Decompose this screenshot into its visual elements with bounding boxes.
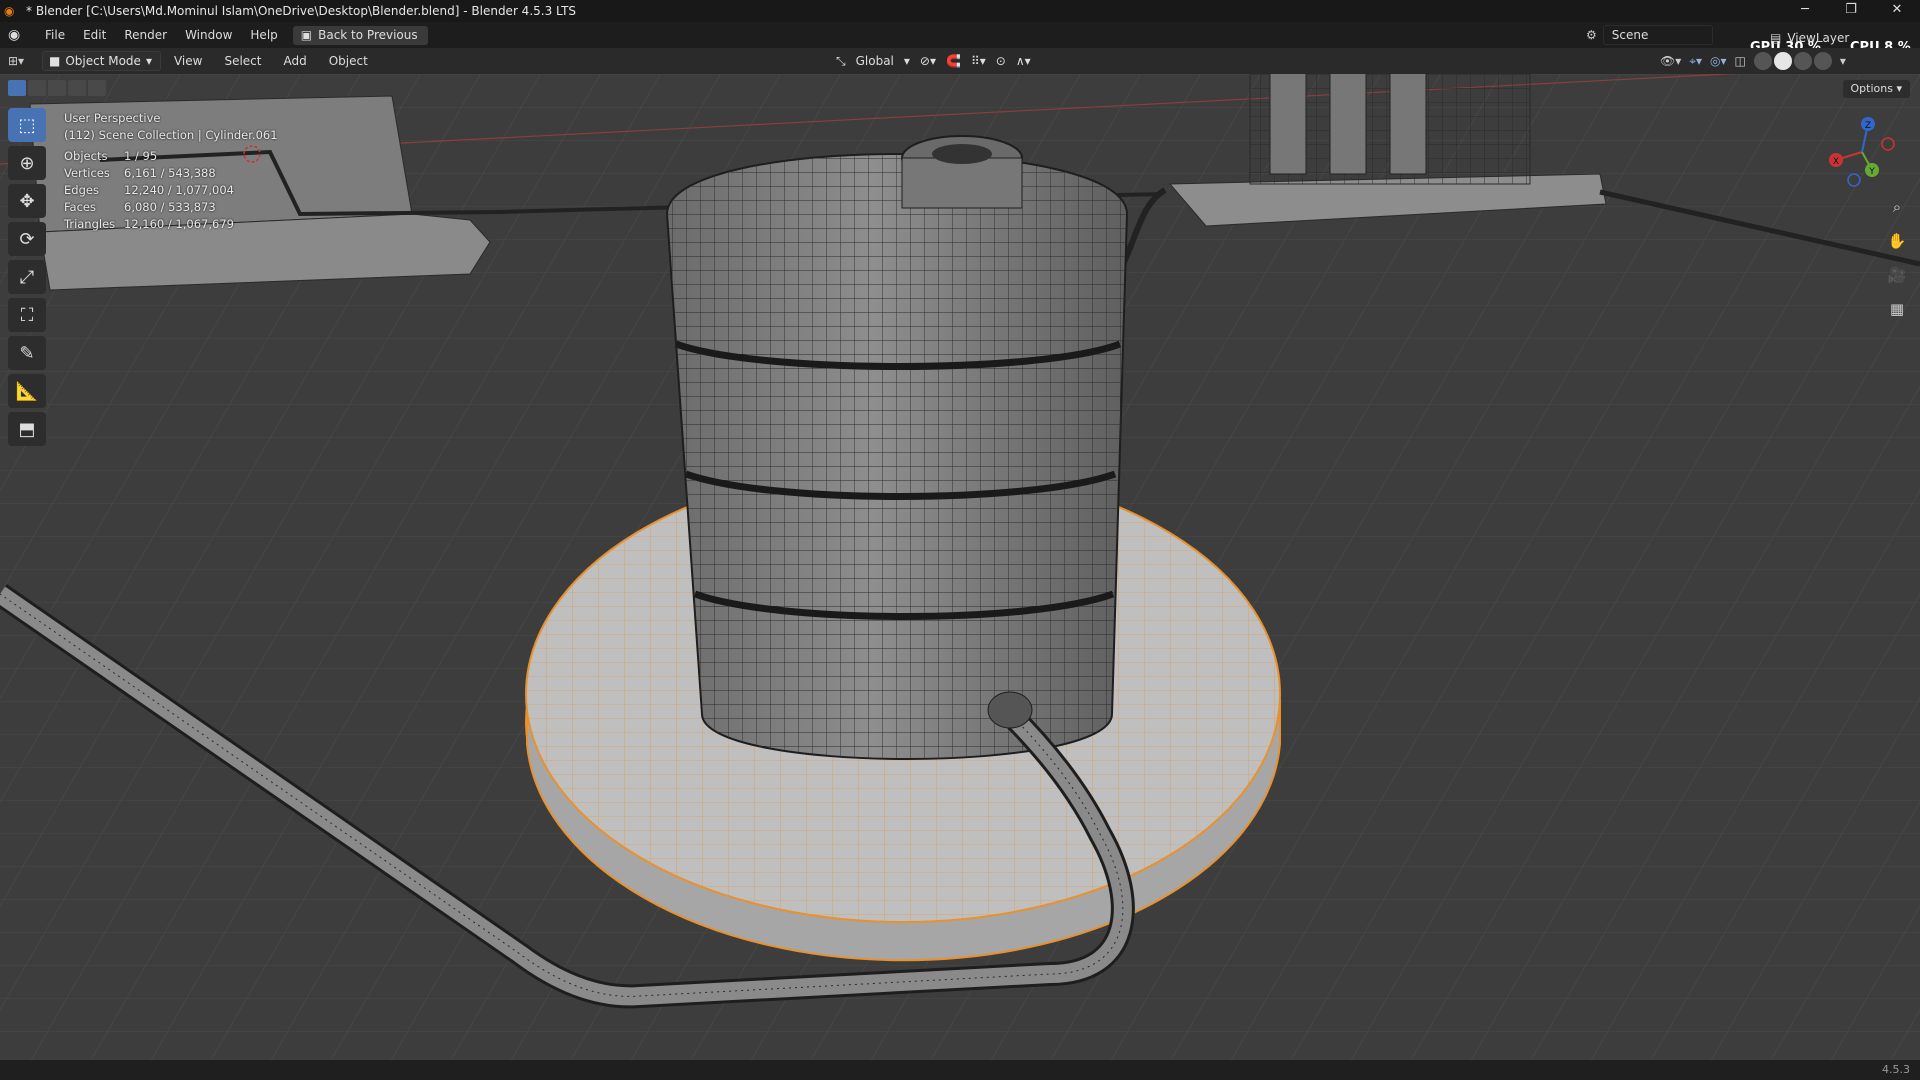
move-tool-icon[interactable]: ✥	[8, 184, 46, 218]
pan-hand-icon[interactable]: ✋	[1884, 228, 1910, 254]
zoom-icon[interactable]: ⌕	[1884, 194, 1910, 220]
pivot-point-icon[interactable]: ⊘▾	[920, 54, 936, 68]
menu-add[interactable]: Add	[274, 54, 315, 68]
material-shading-button[interactable]	[1793, 52, 1812, 70]
gizmo-toggle-icon[interactable]: ⌖▾	[1689, 54, 1702, 69]
3d-viewport[interactable]: ⬚ ⊕ ✥ ⟳ ⤢ ⛶ ✎ 📐 ⬒ User Perspective (112)…	[0, 74, 1920, 1060]
xray-toggle-icon[interactable]: ◫	[1735, 54, 1746, 68]
menu-object[interactable]: Object	[320, 54, 377, 68]
transform-orientation-dropdown[interactable]: Global	[856, 54, 894, 68]
scene-icon[interactable]: ⚙	[1586, 28, 1597, 42]
top-menu-bar: ◉ File Edit Render Window Help ▣ Back to…	[0, 22, 1920, 55]
chevron-down-icon: ▾	[145, 54, 152, 68]
solid-shading-button[interactable]	[1773, 52, 1792, 70]
wireframe-shading-button[interactable]	[1753, 52, 1772, 70]
shading-options-icon[interactable]: ▾	[1840, 54, 1846, 68]
back-to-previous-label: Back to Previous	[318, 28, 418, 42]
object-mode-icon: ■	[49, 54, 61, 68]
menu-window[interactable]: Window	[176, 28, 241, 42]
menu-file[interactable]: File	[36, 28, 74, 42]
back-to-previous-button[interactable]: ▣ Back to Previous	[292, 25, 428, 45]
close-button[interactable]: ✕	[1874, 0, 1920, 22]
svg-text:X: X	[1833, 157, 1839, 167]
stat-row-objects: Objects 1 / 95	[64, 149, 158, 163]
overlays-toggle-icon[interactable]: ◎▾	[1710, 54, 1727, 68]
collection-label: (112) Scene Collection | Cylinder.061	[64, 128, 278, 142]
visibility-icon[interactable]: 👁▾	[1660, 54, 1681, 68]
add-cube-tool-icon[interactable]: ⬒	[8, 412, 46, 446]
shading-modes	[1753, 52, 1832, 70]
select-box-tool-icon[interactable]: ⬚	[8, 108, 46, 142]
object-mode-dropdown[interactable]: ■ Object Mode ▾	[42, 51, 161, 71]
version-label: 4.5.3	[1882, 1063, 1910, 1076]
stat-row-faces: Faces 6,080 / 533,873	[64, 200, 216, 214]
svg-text:Z: Z	[1865, 121, 1871, 131]
options-dropdown[interactable]: Options ▾	[1842, 80, 1910, 98]
select-subtract-button[interactable]	[48, 80, 66, 96]
status-bar: 4.5.3	[0, 1060, 1920, 1080]
snap-grid-icon[interactable]: ⠿▾	[971, 54, 986, 68]
maximize-button[interactable]: ❐	[1828, 0, 1874, 22]
select-new-button[interactable]	[8, 80, 26, 96]
selection-mode-buttons	[8, 80, 106, 96]
measure-tool-icon[interactable]: 📐	[8, 374, 46, 408]
screen-icon: ▣	[300, 28, 313, 42]
select-invert-button[interactable]	[68, 80, 86, 96]
object-mode-label: Object Mode	[65, 54, 141, 68]
menu-view[interactable]: View	[165, 54, 211, 68]
window-title: * Blender [C:\Users\Md.Mominul Islam\One…	[26, 4, 577, 18]
navigation-gizmo[interactable]: X Y Z	[1824, 114, 1900, 190]
blender-logo-icon: ◉	[4, 4, 15, 18]
ortho-grid-icon[interactable]: ▦	[1884, 296, 1910, 322]
perspective-label: User Perspective	[64, 111, 161, 125]
menu-select[interactable]: Select	[215, 54, 270, 68]
proportional-edit-icon[interactable]: ⊙	[996, 54, 1006, 68]
menu-render[interactable]: Render	[115, 28, 176, 42]
chevron-down-icon: ▾	[903, 54, 910, 68]
select-intersect-button[interactable]	[88, 80, 106, 96]
tool-shelf: ⬚ ⊕ ✥ ⟳ ⤢ ⛶ ✎ 📐 ⬒	[8, 108, 48, 446]
transform-tool-icon[interactable]: ⛶	[8, 298, 46, 332]
editor-type-icon[interactable]: ⊞▾	[8, 54, 38, 68]
scene-selector[interactable]: Scene	[1602, 25, 1713, 45]
stat-row-triangles: Triangles 12,160 / 1,067,679	[64, 217, 234, 231]
title-bar: ◉ * Blender [C:\Users\Md.Mominul Islam\O…	[0, 0, 1920, 22]
viewlayer-selector[interactable]: ViewLayer	[1787, 31, 1849, 45]
svg-text:Y: Y	[1868, 167, 1875, 177]
stat-row-vertices: Vertices 6,161 / 543,388	[64, 166, 216, 180]
rendered-shading-button[interactable]	[1813, 52, 1832, 70]
annotate-tool-icon[interactable]: ✎	[8, 336, 46, 370]
falloff-icon[interactable]: ∧▾	[1016, 54, 1031, 68]
minimize-button[interactable]: ─	[1782, 0, 1828, 22]
snap-icon[interactable]: 🧲	[946, 54, 961, 68]
scale-tool-icon[interactable]: ⤢	[8, 260, 46, 294]
scene-render[interactable]	[0, 74, 1920, 1060]
rotate-tool-icon[interactable]: ⟳	[8, 222, 46, 256]
transform-orientation-icon: ⤡	[836, 53, 846, 68]
navigation-controls: ⌕ ✋ 🎥 ▦	[1884, 194, 1910, 322]
cursor-tool-icon[interactable]: ⊕	[8, 146, 46, 180]
blender-menu-icon[interactable]: ◉	[8, 27, 26, 43]
viewlayer-icon[interactable]: ▤	[1770, 31, 1781, 45]
viewport-header: ⊞▾ ■ Object Mode ▾ View Select Add Objec…	[0, 48, 1920, 74]
menu-edit[interactable]: Edit	[74, 28, 115, 42]
camera-view-icon[interactable]: 🎥	[1884, 262, 1910, 288]
water-tank[interactable]	[665, 135, 1129, 760]
menu-help[interactable]: Help	[241, 28, 286, 42]
select-extend-button[interactable]	[28, 80, 46, 96]
stat-row-edges: Edges 12,240 / 1,077,004	[64, 183, 234, 197]
viewport-stats-overlay: User Perspective (112) Scene Collection …	[64, 110, 278, 233]
